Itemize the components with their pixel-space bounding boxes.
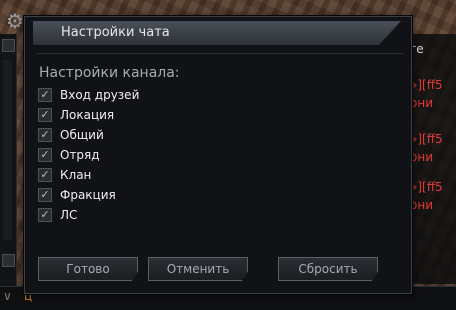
option-label: Клан bbox=[60, 168, 92, 182]
option-location[interactable]: ✓ Локация bbox=[38, 107, 114, 123]
dialog-title: Настройки чата bbox=[61, 25, 170, 40]
checkbox-checked-icon[interactable]: ✓ bbox=[38, 128, 52, 142]
option-label: Отряд bbox=[60, 148, 100, 162]
cancel-button[interactable]: Отменить bbox=[148, 257, 248, 281]
option-general[interactable]: ✓ Общий bbox=[38, 127, 104, 143]
checkbox-checked-icon[interactable]: ✓ bbox=[38, 208, 52, 222]
gear-icon[interactable]: ⚙ bbox=[4, 10, 26, 32]
channel-settings-heading: Настройки канала: bbox=[39, 65, 180, 81]
chat-fragment: они bbox=[410, 198, 433, 212]
header-divider bbox=[37, 53, 403, 54]
option-label: Локация bbox=[60, 108, 115, 122]
option-private-messages[interactable]: ✓ ЛС bbox=[38, 207, 77, 223]
chat-fragment: »][ff5 bbox=[410, 132, 443, 146]
checkbox-checked-icon[interactable]: ✓ bbox=[38, 108, 52, 122]
option-label: Общий bbox=[60, 128, 104, 142]
chat-fragment: »][ff5 bbox=[410, 78, 443, 92]
option-label: Вход друзей bbox=[60, 88, 140, 102]
done-button[interactable]: Готово bbox=[38, 257, 138, 281]
option-friends-login[interactable]: ✓ Вход друзей bbox=[38, 87, 139, 103]
chat-fragment: они bbox=[410, 150, 433, 164]
chat-fragment: »][ff5 bbox=[410, 180, 443, 194]
scroll-up-button[interactable] bbox=[2, 39, 15, 52]
chat-settings-dialog: Настройки чата Настройки канала: ✓ Вход … bbox=[24, 16, 412, 294]
checkbox-checked-icon[interactable]: ✓ bbox=[38, 168, 52, 182]
option-squad[interactable]: ✓ Отряд bbox=[38, 147, 100, 163]
option-clan[interactable]: ✓ Клан bbox=[38, 167, 91, 183]
checkbox-checked-icon[interactable]: ✓ bbox=[38, 148, 52, 162]
option-label: Фракция bbox=[60, 188, 116, 202]
scroll-down-button[interactable] bbox=[2, 254, 15, 267]
option-faction[interactable]: ✓ Фракция bbox=[38, 187, 116, 203]
dialog-header[interactable]: Настройки чата bbox=[33, 21, 401, 45]
chat-scrollbar-thumb[interactable] bbox=[3, 60, 12, 240]
checkbox-checked-icon[interactable]: ✓ bbox=[38, 88, 52, 102]
checkbox-checked-icon[interactable]: ✓ bbox=[38, 188, 52, 202]
chat-fragment: ге bbox=[410, 42, 424, 56]
option-label: ЛС bbox=[60, 208, 78, 222]
reset-button[interactable]: Сбросить bbox=[278, 257, 378, 281]
chat-fragment: они bbox=[410, 96, 433, 110]
chat-mode-icon[interactable]: ∨ bbox=[3, 289, 12, 303]
